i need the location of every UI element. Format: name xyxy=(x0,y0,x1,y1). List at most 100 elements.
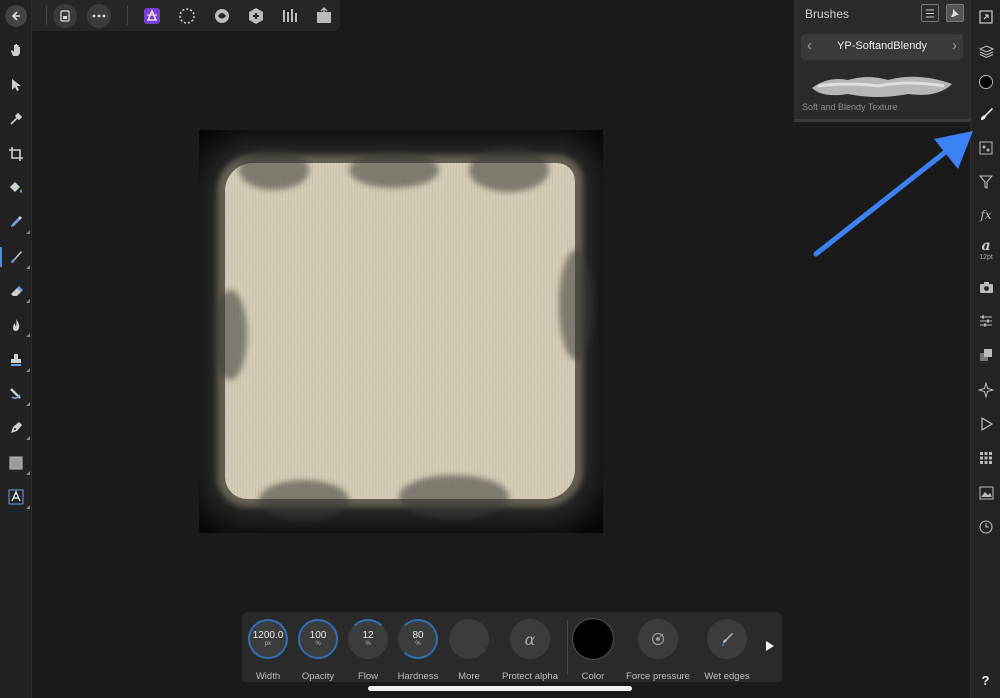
color-well[interactable] xyxy=(572,618,614,660)
home-indicator xyxy=(368,686,632,691)
brush-category-selector[interactable]: ‹ YP-SoftandBlendy › xyxy=(801,34,963,60)
color-control[interactable]: Color xyxy=(568,618,618,682)
camera-icon xyxy=(979,281,993,293)
brush-category-name: YP-SoftandBlendy xyxy=(837,40,927,52)
opacity-value: 100 xyxy=(309,630,327,641)
macro-studio-button[interactable] xyxy=(974,412,998,436)
develop-persona-icon xyxy=(249,8,263,24)
liquify-persona-icon xyxy=(215,9,229,23)
pressure-icon xyxy=(651,632,665,646)
photo-persona-icon xyxy=(144,8,160,24)
photo-persona-button[interactable] xyxy=(140,4,164,28)
clone-tool[interactable] xyxy=(4,348,30,372)
brush-blob xyxy=(349,152,439,188)
swatches-icon xyxy=(980,349,992,361)
brushes-panel-title: Brushes xyxy=(805,7,850,21)
brush-icon xyxy=(11,251,22,263)
export-persona-button[interactable] xyxy=(312,4,336,28)
compass-star-icon xyxy=(978,382,994,398)
force-pressure-control[interactable]: Force pressure xyxy=(626,618,690,682)
top-toolbar xyxy=(32,0,340,31)
history-studio-button[interactable] xyxy=(974,515,998,539)
context-toolbar: 1200.0 px Width 100 % Opacity 12 % Flow … xyxy=(242,612,782,682)
brush-blob xyxy=(239,150,309,190)
pen-tool[interactable] xyxy=(4,416,30,440)
document-canvas[interactable] xyxy=(199,130,603,533)
flow-value: 12 xyxy=(362,630,374,641)
hand-tool[interactable] xyxy=(4,38,28,62)
fx-icon: fx xyxy=(980,208,992,222)
force-pressure-label: Force pressure xyxy=(626,671,690,682)
crop-tool[interactable] xyxy=(4,142,28,166)
flow-dial[interactable]: 12 % xyxy=(348,619,388,659)
wet-edges-label: Wet edges xyxy=(704,671,750,682)
hand-icon xyxy=(11,44,20,56)
force-pressure-toggle[interactable] xyxy=(638,619,678,659)
eraser-icon xyxy=(11,286,23,296)
navigator-compass-button[interactable] xyxy=(974,378,998,402)
brush-blob xyxy=(559,250,593,360)
document-button[interactable] xyxy=(53,4,77,28)
liquify-persona-button[interactable] xyxy=(210,4,234,28)
filter-funnel-icon xyxy=(979,175,993,189)
export-persona-icon xyxy=(317,7,331,23)
dodge-burn-tool[interactable] xyxy=(4,313,30,337)
paint-brush-tool[interactable] xyxy=(0,245,30,269)
tone-mapping-icon xyxy=(283,9,297,22)
stamp-icon xyxy=(11,354,21,366)
selection-persona-button[interactable] xyxy=(175,4,199,28)
more-options-button[interactable] xyxy=(87,4,111,28)
navigator-icon xyxy=(979,10,993,24)
annotation-arrow-icon xyxy=(813,131,973,257)
swatches-studio-button[interactable] xyxy=(974,343,998,367)
help-button[interactable]: ? xyxy=(971,673,1000,688)
color-picker-tool[interactable] xyxy=(4,107,28,131)
wet-edges-toggle[interactable] xyxy=(707,619,747,659)
panel-pin-button[interactable] xyxy=(946,4,964,22)
wet-edges-control[interactable]: Wet edges xyxy=(702,618,752,682)
brush-name-label: Soft and Blendy Texture xyxy=(802,102,898,112)
develop-persona-button[interactable] xyxy=(244,4,268,28)
healing-icon xyxy=(10,388,21,399)
text-tool[interactable] xyxy=(4,485,30,509)
flood-fill-tool[interactable] xyxy=(4,176,28,200)
hardness-dial[interactable]: 80 % xyxy=(398,619,438,659)
width-value: 1200.0 xyxy=(252,630,284,641)
transform-studio-button[interactable] xyxy=(974,309,998,333)
navigator-studio-button[interactable] xyxy=(974,5,998,29)
width-unit: px xyxy=(264,641,272,647)
tools-panel xyxy=(0,0,32,698)
brush-stroke-preview[interactable] xyxy=(808,68,956,102)
more-button[interactable] xyxy=(449,619,489,659)
opacity-dial[interactable]: 100 % xyxy=(298,619,338,659)
color-studio-button[interactable] xyxy=(974,70,998,94)
layers-studio-button[interactable] xyxy=(974,39,998,63)
panel-menu-button[interactable] xyxy=(921,4,939,22)
protect-alpha-control[interactable]: α Protect alpha xyxy=(502,618,558,682)
erase-brush-tool[interactable] xyxy=(4,279,30,303)
snapshots-studio-button[interactable] xyxy=(974,275,998,299)
stock-studio-button[interactable] xyxy=(974,481,998,505)
library-studio-button[interactable] xyxy=(974,446,998,470)
expand-toolbar-icon[interactable] xyxy=(766,641,774,651)
hardness-unit: % xyxy=(415,641,421,647)
pin-icon xyxy=(951,9,959,17)
back-button[interactable] xyxy=(5,5,27,27)
chevron-right-icon[interactable]: › xyxy=(952,37,957,54)
brush-blob xyxy=(399,475,509,519)
brush-blob xyxy=(213,290,247,380)
fill-tool[interactable] xyxy=(4,210,30,234)
brushes-studio-button[interactable] xyxy=(974,102,998,126)
more-control[interactable]: More xyxy=(444,618,494,682)
studio-bar: fx a 12pt ? xyxy=(970,0,1000,698)
rectangle-tool[interactable] xyxy=(4,451,30,475)
move-tool[interactable] xyxy=(4,73,28,97)
tone-mapping-persona-button[interactable] xyxy=(278,4,302,28)
text-size-label: 12pt xyxy=(979,253,993,261)
color-swatch xyxy=(979,75,993,89)
paper-texture xyxy=(225,163,575,499)
width-dial[interactable]: 1200.0 px xyxy=(248,619,288,659)
healing-tool[interactable] xyxy=(4,382,30,406)
protect-alpha-toggle[interactable]: α xyxy=(510,619,550,659)
grid-icon xyxy=(980,452,992,464)
